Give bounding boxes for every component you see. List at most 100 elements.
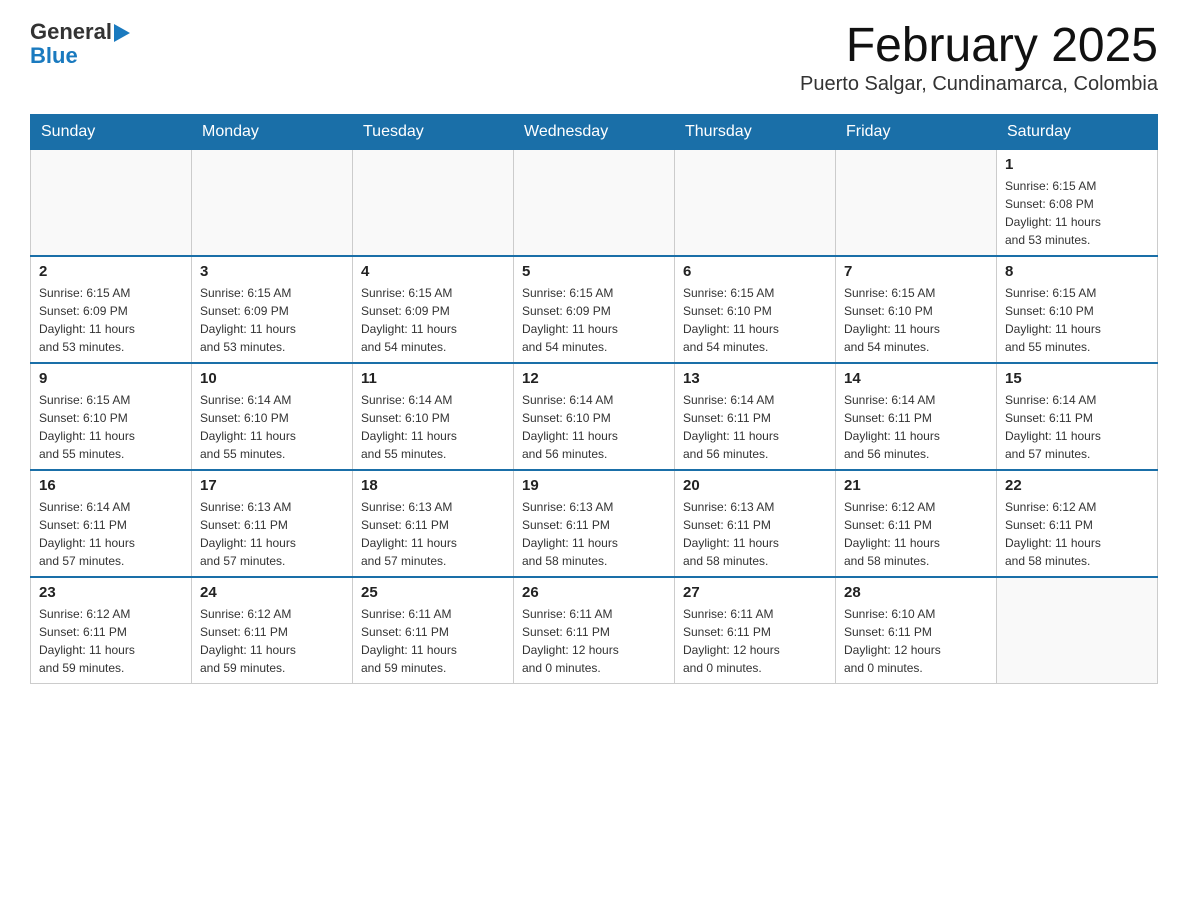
calendar-cell: 24 Sunrise: 6:12 AMSunset: 6:11 PMDayligh…: [192, 577, 353, 684]
calendar-cell: 14 Sunrise: 6:14 AMSunset: 6:11 PMDayligh…: [836, 363, 997, 470]
weekday-header-tuesday: Tuesday: [353, 114, 514, 149]
weekday-header-thursday: Thursday: [675, 114, 836, 149]
day-number: 19: [522, 477, 666, 494]
day-info: Sunrise: 6:14 AMSunset: 6:11 PMDaylight:…: [683, 391, 827, 463]
title-block: February 2025 Puerto Salgar, Cundinamarc…: [800, 20, 1158, 96]
day-info: Sunrise: 6:12 AMSunset: 6:11 PMDaylight:…: [844, 498, 988, 570]
calendar-cell: 22 Sunrise: 6:12 AMSunset: 6:11 PMDayligh…: [997, 470, 1158, 577]
weekday-header-monday: Monday: [192, 114, 353, 149]
day-number: 18: [361, 477, 505, 494]
day-info: Sunrise: 6:15 AMSunset: 6:10 PMDaylight:…: [39, 391, 183, 463]
calendar-cell: 8 Sunrise: 6:15 AMSunset: 6:10 PMDaylight…: [997, 256, 1158, 363]
week-row-4: 16 Sunrise: 6:14 AMSunset: 6:11 PMDayligh…: [31, 470, 1158, 577]
calendar-cell: [192, 149, 353, 256]
weekday-header-saturday: Saturday: [997, 114, 1158, 149]
day-info: Sunrise: 6:15 AMSunset: 6:09 PMDaylight:…: [522, 284, 666, 356]
day-info: Sunrise: 6:15 AMSunset: 6:09 PMDaylight:…: [361, 284, 505, 356]
day-number: 4: [361, 263, 505, 280]
day-number: 7: [844, 263, 988, 280]
day-number: 24: [200, 584, 344, 601]
calendar-cell: 15 Sunrise: 6:14 AMSunset: 6:11 PMDayligh…: [997, 363, 1158, 470]
calendar-cell: 27Sunrise: 6:11 AMSunset: 6:11 PMDayligh…: [675, 577, 836, 684]
day-info: Sunrise: 6:14 AMSunset: 6:11 PMDaylight:…: [1005, 391, 1149, 463]
calendar-cell: 10Sunrise: 6:14 AMSunset: 6:10 PMDayligh…: [192, 363, 353, 470]
week-row-3: 9 Sunrise: 6:15 AMSunset: 6:10 PMDaylight…: [31, 363, 1158, 470]
day-info: Sunrise: 6:14 AMSunset: 6:11 PMDaylight:…: [39, 498, 183, 570]
logo-general: General: [30, 20, 112, 44]
calendar-cell: 16 Sunrise: 6:14 AMSunset: 6:11 PMDayligh…: [31, 470, 192, 577]
calendar-cell: 2 Sunrise: 6:15 AMSunset: 6:09 PMDaylight…: [31, 256, 192, 363]
calendar-table: SundayMondayTuesdayWednesdayThursdayFrid…: [30, 114, 1158, 684]
weekday-header-friday: Friday: [836, 114, 997, 149]
day-number: 9: [39, 370, 183, 387]
calendar-cell: 23 Sunrise: 6:12 AMSunset: 6:11 PMDayligh…: [31, 577, 192, 684]
day-number: 26: [522, 584, 666, 601]
calendar-body: 1Sunrise: 6:15 AMSunset: 6:08 PMDaylight…: [31, 149, 1158, 683]
day-info: Sunrise: 6:15 AMSunset: 6:09 PMDaylight:…: [39, 284, 183, 356]
calendar-cell: 28Sunrise: 6:10 AMSunset: 6:11 PMDayligh…: [836, 577, 997, 684]
calendar-cell: 17 Sunrise: 6:13 AMSunset: 6:11 PMDayligh…: [192, 470, 353, 577]
weekday-header-wednesday: Wednesday: [514, 114, 675, 149]
calendar-cell: 25Sunrise: 6:11 AMSunset: 6:11 PMDayligh…: [353, 577, 514, 684]
day-number: 10: [200, 370, 344, 387]
day-info: Sunrise: 6:14 AMSunset: 6:11 PMDaylight:…: [844, 391, 988, 463]
calendar-cell: [514, 149, 675, 256]
day-info: Sunrise: 6:14 AMSunset: 6:10 PMDaylight:…: [361, 391, 505, 463]
day-info: Sunrise: 6:15 AMSunset: 6:10 PMDaylight:…: [1005, 284, 1149, 356]
logo-arrow-icon: [114, 24, 130, 42]
day-number: 6: [683, 263, 827, 280]
calendar-cell: [353, 149, 514, 256]
calendar-cell: 12Sunrise: 6:14 AMSunset: 6:10 PMDayligh…: [514, 363, 675, 470]
day-number: 14: [844, 370, 988, 387]
day-number: 2: [39, 263, 183, 280]
day-number: 20: [683, 477, 827, 494]
day-info: Sunrise: 6:13 AMSunset: 6:11 PMDaylight:…: [683, 498, 827, 570]
calendar-cell: [836, 149, 997, 256]
calendar-cell: 4 Sunrise: 6:15 AMSunset: 6:09 PMDaylight…: [353, 256, 514, 363]
day-info: Sunrise: 6:12 AMSunset: 6:11 PMDaylight:…: [39, 605, 183, 677]
calendar-cell: 20 Sunrise: 6:13 AMSunset: 6:11 PMDayligh…: [675, 470, 836, 577]
week-row-1: 1Sunrise: 6:15 AMSunset: 6:08 PMDaylight…: [31, 149, 1158, 256]
day-number: 17: [200, 477, 344, 494]
day-info: Sunrise: 6:10 AMSunset: 6:11 PMDaylight:…: [844, 605, 988, 677]
day-info: Sunrise: 6:15 AMSunset: 6:10 PMDaylight:…: [683, 284, 827, 356]
calendar-cell: [675, 149, 836, 256]
day-number: 22: [1005, 477, 1149, 494]
calendar-cell: 1Sunrise: 6:15 AMSunset: 6:08 PMDaylight…: [997, 149, 1158, 256]
day-info: Sunrise: 6:13 AMSunset: 6:11 PMDaylight:…: [200, 498, 344, 570]
calendar-cell: 9 Sunrise: 6:15 AMSunset: 6:10 PMDaylight…: [31, 363, 192, 470]
week-row-5: 23 Sunrise: 6:12 AMSunset: 6:11 PMDayligh…: [31, 577, 1158, 684]
calendar-cell: 19 Sunrise: 6:13 AMSunset: 6:11 PMDayligh…: [514, 470, 675, 577]
day-info: Sunrise: 6:13 AMSunset: 6:11 PMDaylight:…: [522, 498, 666, 570]
day-number: 21: [844, 477, 988, 494]
day-info: Sunrise: 6:15 AMSunset: 6:08 PMDaylight:…: [1005, 177, 1149, 249]
day-info: Sunrise: 6:12 AMSunset: 6:11 PMDaylight:…: [200, 605, 344, 677]
day-number: 16: [39, 477, 183, 494]
day-number: 8: [1005, 263, 1149, 280]
week-row-2: 2 Sunrise: 6:15 AMSunset: 6:09 PMDaylight…: [31, 256, 1158, 363]
logo: General Blue: [30, 20, 130, 68]
day-info: Sunrise: 6:11 AMSunset: 6:11 PMDaylight:…: [683, 605, 827, 677]
logo-blue: Blue: [30, 44, 78, 68]
calendar-cell: [997, 577, 1158, 684]
calendar-cell: 6 Sunrise: 6:15 AMSunset: 6:10 PMDaylight…: [675, 256, 836, 363]
calendar-cell: [31, 149, 192, 256]
calendar-cell: 3Sunrise: 6:15 AMSunset: 6:09 PMDaylight…: [192, 256, 353, 363]
day-number: 5: [522, 263, 666, 280]
day-info: Sunrise: 6:15 AMSunset: 6:10 PMDaylight:…: [844, 284, 988, 356]
day-info: Sunrise: 6:14 AMSunset: 6:10 PMDaylight:…: [522, 391, 666, 463]
weekday-header-sunday: Sunday: [31, 114, 192, 149]
day-number: 23: [39, 584, 183, 601]
day-number: 11: [361, 370, 505, 387]
day-number: 15: [1005, 370, 1149, 387]
calendar-cell: 18 Sunrise: 6:13 AMSunset: 6:11 PMDayligh…: [353, 470, 514, 577]
calendar-cell: 7 Sunrise: 6:15 AMSunset: 6:10 PMDaylight…: [836, 256, 997, 363]
page-header: General Blue February 2025 Puerto Salgar…: [30, 20, 1158, 96]
calendar-cell: 13 Sunrise: 6:14 AMSunset: 6:11 PMDayligh…: [675, 363, 836, 470]
calendar-cell: 11 Sunrise: 6:14 AMSunset: 6:10 PMDayligh…: [353, 363, 514, 470]
day-info: Sunrise: 6:12 AMSunset: 6:11 PMDaylight:…: [1005, 498, 1149, 570]
day-number: 13: [683, 370, 827, 387]
weekday-header-row: SundayMondayTuesdayWednesdayThursdayFrid…: [31, 114, 1158, 149]
day-info: Sunrise: 6:13 AMSunset: 6:11 PMDaylight:…: [361, 498, 505, 570]
calendar-cell: 26Sunrise: 6:11 AMSunset: 6:11 PMDayligh…: [514, 577, 675, 684]
